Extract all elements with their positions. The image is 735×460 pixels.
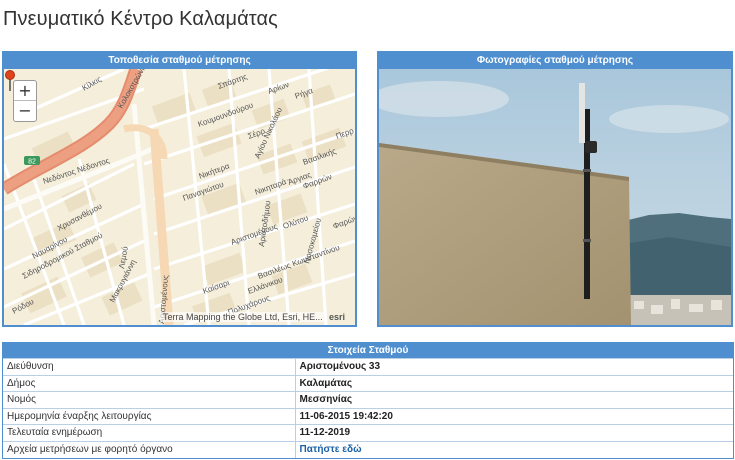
table-row: Αρχεία μετρήσεων με φορητό όργανο Πατήστ… bbox=[3, 440, 733, 458]
station-details-header: Στοιχεία Σταθμού bbox=[3, 343, 733, 358]
row-label-prefecture: Νομός bbox=[3, 391, 296, 408]
map-attribution: Terra Mapping the Globe Ltd, Esri, HE... bbox=[160, 312, 326, 322]
row-label-measurement-files: Αρχεία μετρήσεων με φορητό όργανο bbox=[3, 440, 296, 458]
table-row: Διεύθυνση Αριστομένους 33 bbox=[3, 358, 733, 375]
table-row: Ημερομηνία έναρξης λειτουργίας 11-06-201… bbox=[3, 407, 733, 425]
page-title: Πνευματικό Κέντρο Καλαμάτας bbox=[3, 8, 278, 30]
zoom-control: + − bbox=[13, 80, 37, 122]
table-row: Τελευταία ενημέρωση 11-12-2019 bbox=[3, 424, 733, 441]
row-label-start-date: Ημερομηνία έναρξης λειτουργίας bbox=[3, 407, 296, 425]
photo-panel: Φωτογραφίες σταθμού μέτρησης bbox=[377, 51, 733, 327]
row-label-address: Διεύθυνση bbox=[3, 358, 296, 375]
row-value-address: Αριστομένους 33 bbox=[295, 358, 733, 375]
station-photo[interactable] bbox=[379, 69, 731, 325]
row-value-prefecture: Μεσσηνίας bbox=[295, 391, 733, 408]
row-label-municipality: Δήμος bbox=[3, 374, 296, 392]
measurement-files-link[interactable]: Πατήστε εδώ bbox=[300, 444, 362, 455]
station-details-table: Διεύθυνση Αριστομένους 33 Δήμος Καλαμάτα… bbox=[3, 358, 733, 458]
zoom-in-button[interactable]: + bbox=[14, 81, 36, 101]
zoom-out-button[interactable]: − bbox=[14, 101, 36, 121]
station-details: Στοιχεία Σταθμού Διεύθυνση Αριστομένους … bbox=[2, 342, 734, 459]
row-value-start-date: 11-06-2015 19:42:20 bbox=[295, 407, 733, 425]
map-tiles: 82 Κίλκις Κολοκοτρώνη Νεδόντος Νέδοντος … bbox=[4, 69, 355, 325]
esri-logo: esri bbox=[329, 312, 345, 322]
location-pin-icon[interactable] bbox=[4, 69, 16, 93]
photo-panel-header: Φωτογραφίες σταθμού μέτρησης bbox=[379, 53, 731, 69]
svg-text:82: 82 bbox=[28, 159, 36, 166]
map-panel-header: Τοποθεσία σταθμού μέτρησης bbox=[4, 53, 355, 69]
map-panel: Τοποθεσία σταθμού μέτρησης 82 Κίλκις Κολ… bbox=[2, 51, 357, 327]
row-label-last-update: Τελευταία ενημέρωση bbox=[3, 424, 296, 441]
row-value-municipality: Καλαμάτας bbox=[295, 374, 733, 392]
table-row: Δήμος Καλαμάτας bbox=[3, 374, 733, 392]
table-row: Νομός Μεσσηνίας bbox=[3, 391, 733, 408]
row-value-last-update: 11-12-2019 bbox=[295, 424, 733, 441]
station-photo-image bbox=[379, 69, 731, 325]
map-canvas[interactable]: 82 Κίλκις Κολοκοτρώνη Νεδόντος Νέδοντος … bbox=[4, 69, 355, 325]
